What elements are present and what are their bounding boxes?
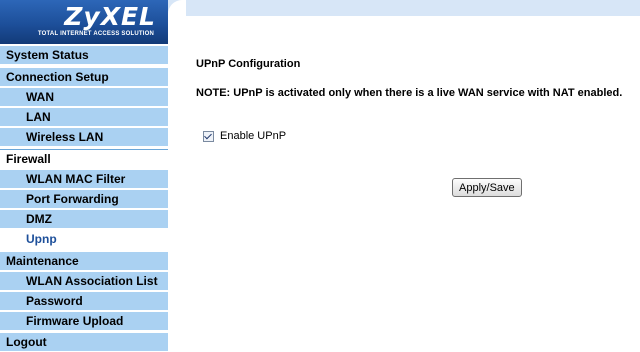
sidebar-item-wan[interactable]: WAN bbox=[0, 88, 168, 107]
sidebar-item-port-forwarding[interactable]: Port Forwarding bbox=[0, 190, 168, 209]
sidebar-item-system-status[interactable]: System Status bbox=[0, 46, 168, 65]
sidebar-item-wlan-mac-filter[interactable]: WLAN MAC Filter bbox=[0, 170, 168, 189]
sidebar: ZyXEL Total Internet Access Solution Sys… bbox=[0, 0, 168, 352]
upnp-note: NOTE: UPnP is activated only when there … bbox=[196, 87, 623, 99]
sidebar-item-password[interactable]: Password bbox=[0, 292, 168, 311]
content-corner bbox=[168, 0, 186, 36]
enable-upnp-label: Enable UPnP bbox=[220, 130, 287, 142]
header-band bbox=[168, 0, 640, 16]
enable-upnp-row: Enable UPnP bbox=[203, 130, 286, 142]
apply-save-button[interactable]: Apply/Save bbox=[452, 178, 522, 197]
sidebar-item-firewall[interactable]: Firewall bbox=[0, 149, 168, 168]
logo-brand: ZyXEL bbox=[64, 2, 156, 31]
sidebar-item-logout[interactable]: Logout bbox=[0, 333, 168, 352]
sidebar-item-upnp[interactable]: Upnp bbox=[0, 230, 168, 249]
enable-upnp-checkbox[interactable] bbox=[203, 130, 214, 142]
page-title: UPnP Configuration bbox=[196, 58, 301, 70]
zyxel-logo: ZyXEL Total Internet Access Solution bbox=[0, 0, 168, 44]
sidebar-item-dmz[interactable]: DMZ bbox=[0, 210, 168, 229]
sidebar-item-firmware-upload[interactable]: Firmware Upload bbox=[0, 312, 168, 331]
sidebar-item-wireless-lan[interactable]: Wireless LAN bbox=[0, 128, 168, 147]
sidebar-item-connection-setup[interactable]: Connection Setup bbox=[0, 68, 168, 87]
sidebar-item-lan[interactable]: LAN bbox=[0, 108, 168, 127]
sidebar-item-wlan-association-list[interactable]: WLAN Association List bbox=[0, 272, 168, 291]
sidebar-item-maintenance[interactable]: Maintenance bbox=[0, 252, 168, 271]
logo-tagline: Total Internet Access Solution bbox=[37, 31, 154, 37]
